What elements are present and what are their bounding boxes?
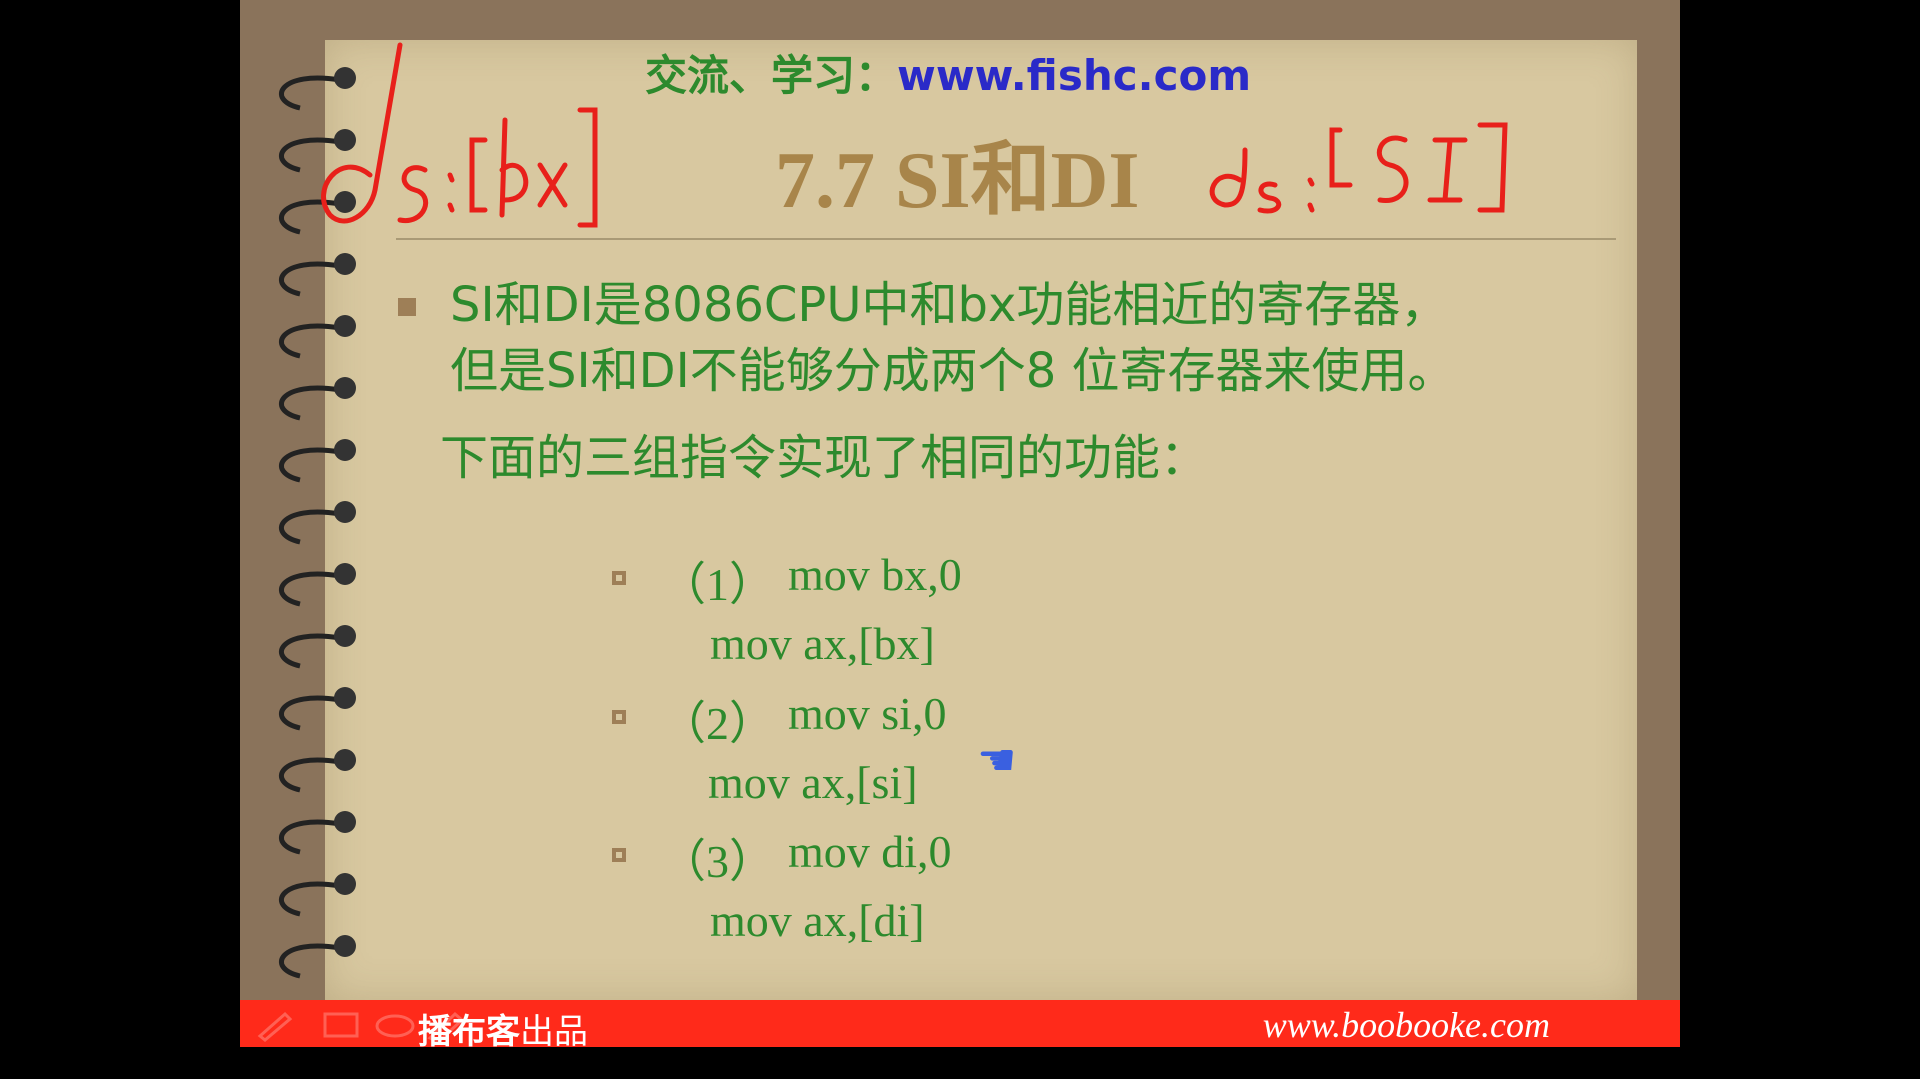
intro-paragraph: SI和DI是8086CPU中和bx功能相近的寄存器， 但是SI和DI不能够分成两… xyxy=(450,272,1630,404)
paragraph-line-1: SI和DI是8086CPU中和bx功能相近的寄存器， xyxy=(450,277,1449,333)
group-1-number: （1） xyxy=(660,559,775,610)
group-3-number: （3） xyxy=(660,836,775,887)
slide-canvas: 交流、学习：www.fishc.com 7.7 SI和DI SI和DI是8086… xyxy=(240,0,1680,1047)
hand-pointer-icon: ☚ xyxy=(977,735,1017,786)
brand-suffix: 出品 xyxy=(520,1012,588,1047)
footer-bar: 播布客出品 www.boobooke.com xyxy=(240,1000,1680,1047)
bullet-square xyxy=(398,298,416,316)
footer-brand: 播布客出品 xyxy=(418,1004,588,1047)
slide-title: 7.7 SI和DI xyxy=(775,137,1140,225)
group-2-line-1: mov si,0 xyxy=(788,688,947,739)
paragraph-line-2: 但是SI和DI不能够分成两个8 位寄存器来使用。 xyxy=(450,343,1456,399)
site-label: 交流、学习： xyxy=(645,51,898,100)
brand-name: 播布客 xyxy=(418,1012,520,1047)
pen-icon xyxy=(257,1011,293,1042)
group-1-line-1: mov bx,0 xyxy=(788,549,962,600)
group-2-line-2: mov ax,[si] xyxy=(708,757,918,808)
site-url: www.fishc.com xyxy=(897,51,1252,100)
sub-bullet-2 xyxy=(612,710,626,724)
screen-icon xyxy=(323,1012,359,1038)
spiral-binding-icon xyxy=(278,67,356,979)
intro-sentence: 下面的三组指令实现了相同的功能： xyxy=(440,430,1209,486)
group-3-line-1: mov di,0 xyxy=(788,826,952,877)
group-2-number: （2） xyxy=(660,698,775,749)
group-3-line-2: mov ax,[di] xyxy=(710,895,925,946)
sub-bullet-3 xyxy=(612,848,626,862)
footer-url[interactable]: www.boobooke.com xyxy=(1263,1004,1550,1046)
eraser-icon xyxy=(375,1014,415,1038)
title-divider xyxy=(396,238,1616,240)
group-1-line-2: mov ax,[bx] xyxy=(710,618,935,669)
sub-bullet-1 xyxy=(612,571,626,585)
site-header: 交流、学习：www.fishc.com xyxy=(645,42,1251,103)
